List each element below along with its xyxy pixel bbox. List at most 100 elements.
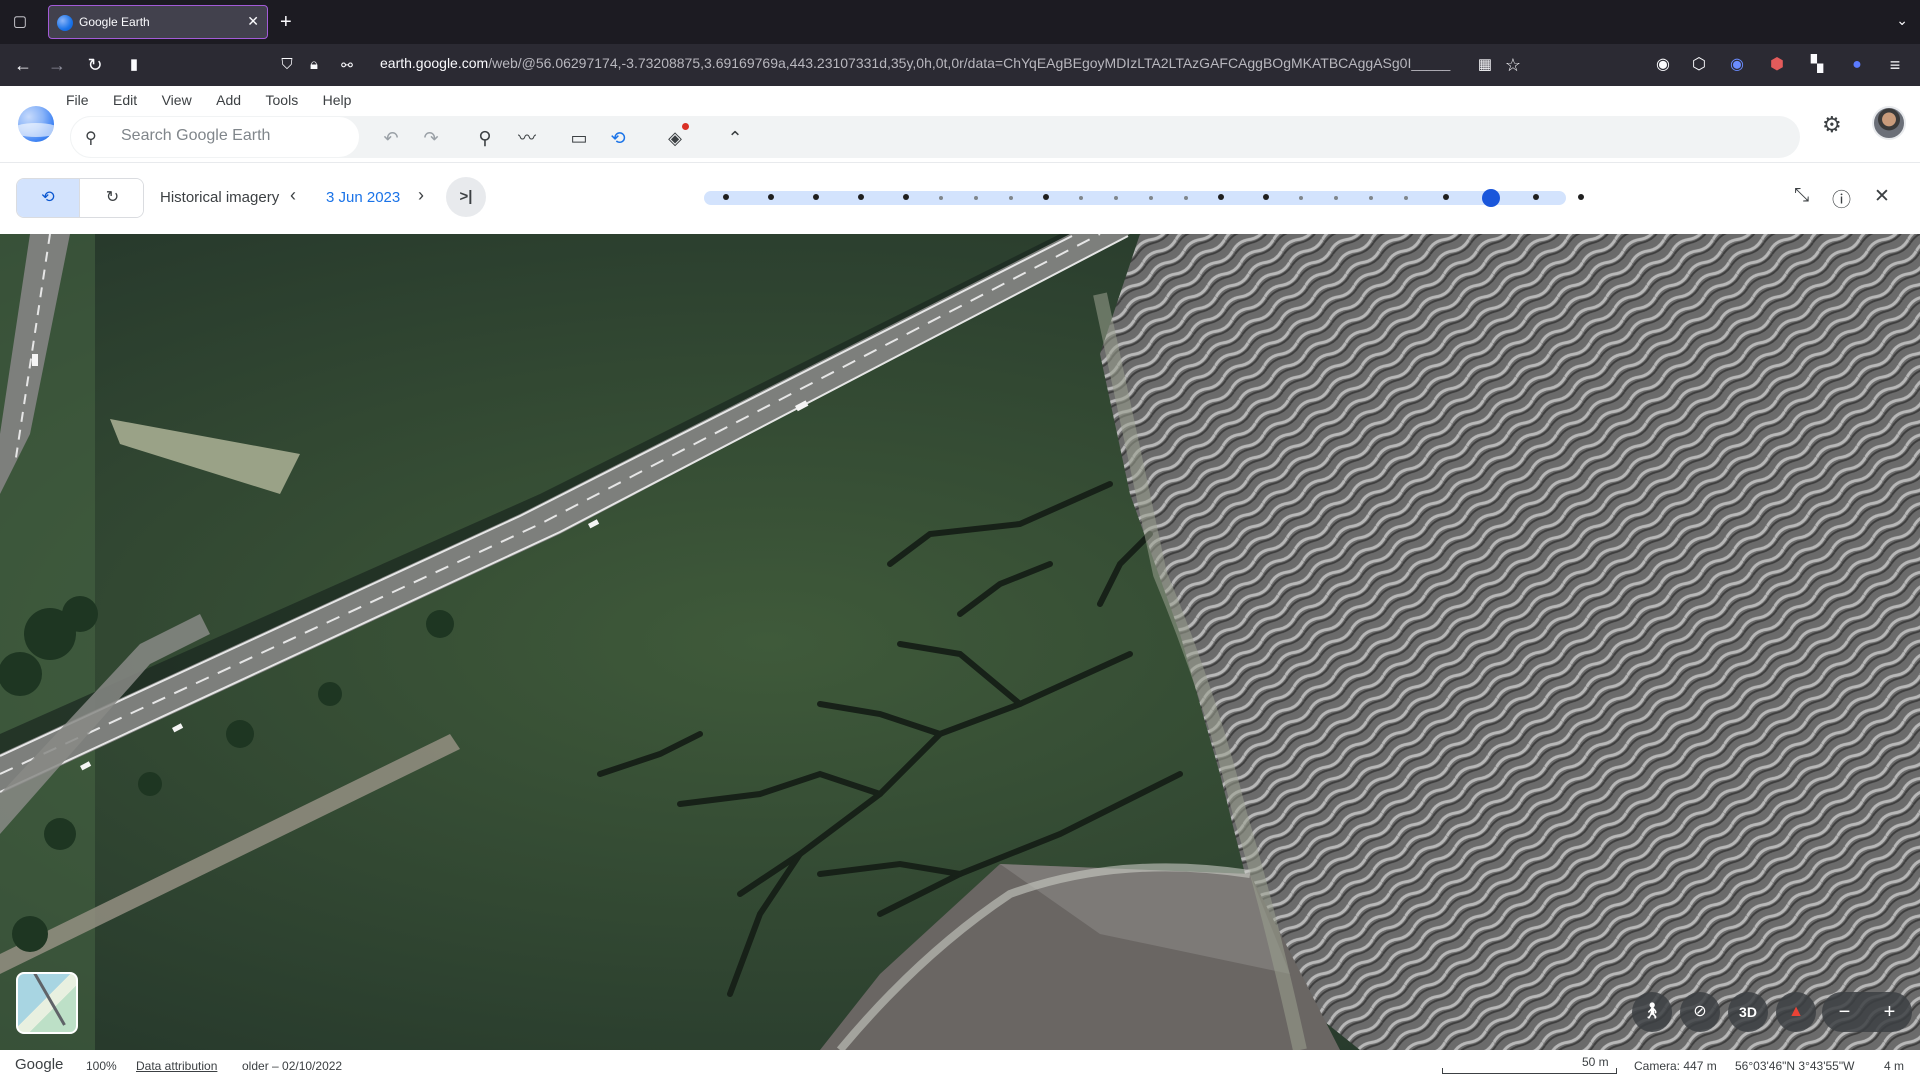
tab-title: Google Earth xyxy=(79,15,150,29)
menu-add[interactable]: Add xyxy=(216,88,241,112)
imagery-timeline[interactable]: 1985200520132015201820192020202120222023… xyxy=(704,189,1593,249)
star-icon[interactable]: ☆ xyxy=(1500,52,1526,78)
undo-icon[interactable]: ↶ xyxy=(378,125,404,151)
timelapse-mode-button[interactable]: ↻ xyxy=(81,179,143,217)
google-earth-logo[interactable] xyxy=(18,106,54,142)
menu-icon[interactable]: ≡ xyxy=(1882,52,1908,78)
lock-icon[interactable]: 🔒︎ xyxy=(301,52,327,78)
timeline-dot-2018[interactable] xyxy=(903,194,909,200)
ruler-icon[interactable]: ▭ xyxy=(566,125,592,151)
timeline-tick[interactable] xyxy=(1404,196,1408,200)
view-mode-button[interactable]: 3D xyxy=(1728,992,1768,1032)
placemark-icon[interactable]: ⚲ xyxy=(472,125,498,151)
vpn-icon[interactable]: ● xyxy=(1844,52,1870,78)
minimap[interactable] xyxy=(16,972,78,1034)
menu-edit[interactable]: Edit xyxy=(113,88,137,112)
help-icon[interactable]: ⓘ xyxy=(1832,185,1851,212)
timeline-tick[interactable] xyxy=(1334,196,1338,200)
compass-icon[interactable]: ▲ xyxy=(1776,992,1816,1032)
zoom-percent: 100% xyxy=(86,1059,117,1073)
redo-icon[interactable]: ↷ xyxy=(418,125,444,151)
search-input[interactable] xyxy=(121,127,341,145)
extension-icon[interactable]: ⬡ xyxy=(1686,52,1712,78)
timeline-dot-2025[interactable] xyxy=(1578,194,1584,200)
timeline-tick[interactable] xyxy=(1149,196,1153,200)
compass-off-icon[interactable]: ⊘ xyxy=(1680,992,1720,1032)
timeline-tick[interactable] xyxy=(1299,196,1303,200)
timeline-tick[interactable] xyxy=(1114,196,1118,200)
browser-tab-bar: ▢ Google Earth ✕ + ⌄ xyxy=(0,0,1920,44)
apps-icon[interactable]: ▚ xyxy=(1804,52,1830,78)
ublock-icon[interactable]: ⬢ xyxy=(1764,52,1790,78)
url-bar[interactable]: earth.google.com/web/@56.06297174,-3.732… xyxy=(380,55,1460,71)
history-icon[interactable]: ⟲ xyxy=(605,125,631,151)
menu-file[interactable]: File xyxy=(66,88,89,112)
timeline-dot-2019[interactable] xyxy=(1043,194,1049,200)
timeline-tick[interactable] xyxy=(1184,196,1188,200)
imagery-date-range: older – 02/10/2022 xyxy=(242,1059,343,1073)
latest-imagery-button[interactable]: >| xyxy=(446,177,486,217)
chevron-down-icon[interactable]: ⌄ xyxy=(1896,12,1908,29)
notification-dot xyxy=(682,123,689,130)
shield-icon[interactable]: ⛉ xyxy=(274,52,300,78)
search-box: ⚲ xyxy=(70,116,360,158)
zoom-out-icon[interactable]: − xyxy=(1822,992,1867,1032)
scale-bar xyxy=(1442,1068,1617,1074)
timeline-dot-2024[interactable] xyxy=(1533,194,1539,200)
forward-icon[interactable]: → xyxy=(44,52,70,78)
account-icon[interactable]: ◉ xyxy=(1650,52,1676,78)
chevron-up-icon[interactable]: ⌃ xyxy=(722,125,748,151)
menu-help[interactable]: Help xyxy=(323,88,352,112)
menu-tools[interactable]: Tools xyxy=(266,88,299,112)
layers-icon[interactable]: ◈ xyxy=(662,123,689,151)
map-view[interactable] xyxy=(0,234,1920,1050)
path-icon[interactable]: 〰 xyxy=(514,125,540,151)
timeline-selected-dot[interactable] xyxy=(1482,189,1500,207)
elevation: 4 m xyxy=(1884,1059,1905,1073)
tab-list-icon[interactable]: ▢ xyxy=(8,10,32,34)
timeline-dot-2020[interactable] xyxy=(1218,194,1224,200)
password-icon[interactable]: ◉ xyxy=(1724,52,1750,78)
gear-icon[interactable]: ⚙ xyxy=(1822,112,1842,138)
scale-label: 50 m xyxy=(1582,1055,1609,1069)
google-logo: Google xyxy=(15,1056,64,1073)
imagery-mode-toggle: ⟲ ↻ xyxy=(16,178,144,218)
timeline-tick[interactable] xyxy=(1369,196,1373,200)
timeline-dot-2021[interactable] xyxy=(1263,194,1269,200)
historical-imagery-bar: ⟲ ↻ Historical imagery ‹ 3 Jun 2023 › >|… xyxy=(0,162,1920,249)
tab-close-icon[interactable]: ✕ xyxy=(247,13,259,30)
historical-mode-button[interactable]: ⟲ xyxy=(17,179,80,217)
data-attribution-link[interactable]: Data attribution xyxy=(136,1059,217,1073)
previous-date-icon[interactable]: ‹ xyxy=(290,185,296,206)
timeline-dot-2005[interactable] xyxy=(768,194,774,200)
pegman-icon[interactable]: 🚶︎ xyxy=(1632,992,1672,1032)
reload-icon[interactable]: ↻ xyxy=(82,52,108,78)
search-icon[interactable]: ⚲ xyxy=(85,128,97,148)
timeline-dot-2015[interactable] xyxy=(858,194,864,200)
collapse-icon[interactable]: ⤡ xyxy=(1794,185,1809,207)
timeline-dot-2022[interactable] xyxy=(1443,194,1449,200)
zoom-in-icon[interactable]: + xyxy=(1867,992,1912,1032)
timeline-dot-2013[interactable] xyxy=(813,194,819,200)
browser-tab[interactable]: Google Earth ✕ xyxy=(48,5,268,39)
browser-nav-bar: ← → ↻ ▮ ⛉ 🔒︎ ⚯ earth.google.com/web/@56.… xyxy=(0,44,1920,86)
timeline-tick[interactable] xyxy=(939,196,943,200)
qr-icon[interactable]: ▦ xyxy=(1472,52,1498,78)
next-date-icon[interactable]: › xyxy=(418,185,424,206)
page-icon[interactable]: ▮ xyxy=(121,52,147,78)
timeline-tick[interactable] xyxy=(974,196,978,200)
close-icon[interactable]: ✕ xyxy=(1874,185,1890,208)
timeline-tick[interactable] xyxy=(1009,196,1013,200)
permissions-icon[interactable]: ⚯ xyxy=(334,52,360,78)
imagery-date[interactable]: 3 Jun 2023 xyxy=(326,189,400,206)
back-icon[interactable]: ← xyxy=(10,52,36,78)
cursor-coordinates: 56°03'46"N 3°43'55"W xyxy=(1735,1059,1855,1073)
satellite-imagery xyxy=(0,234,1920,1050)
timeline-tick[interactable] xyxy=(1079,196,1083,200)
avatar[interactable] xyxy=(1872,106,1906,140)
menu-view[interactable]: View xyxy=(162,88,192,112)
new-tab-icon[interactable]: + xyxy=(280,10,292,34)
timeline-dot-1985[interactable] xyxy=(723,194,729,200)
google-earth-header: File Edit View Add Tools Help ⚲ ↶ ↷ ⚲ 〰 … xyxy=(0,86,1920,162)
google-earth-favicon-icon xyxy=(57,15,73,31)
